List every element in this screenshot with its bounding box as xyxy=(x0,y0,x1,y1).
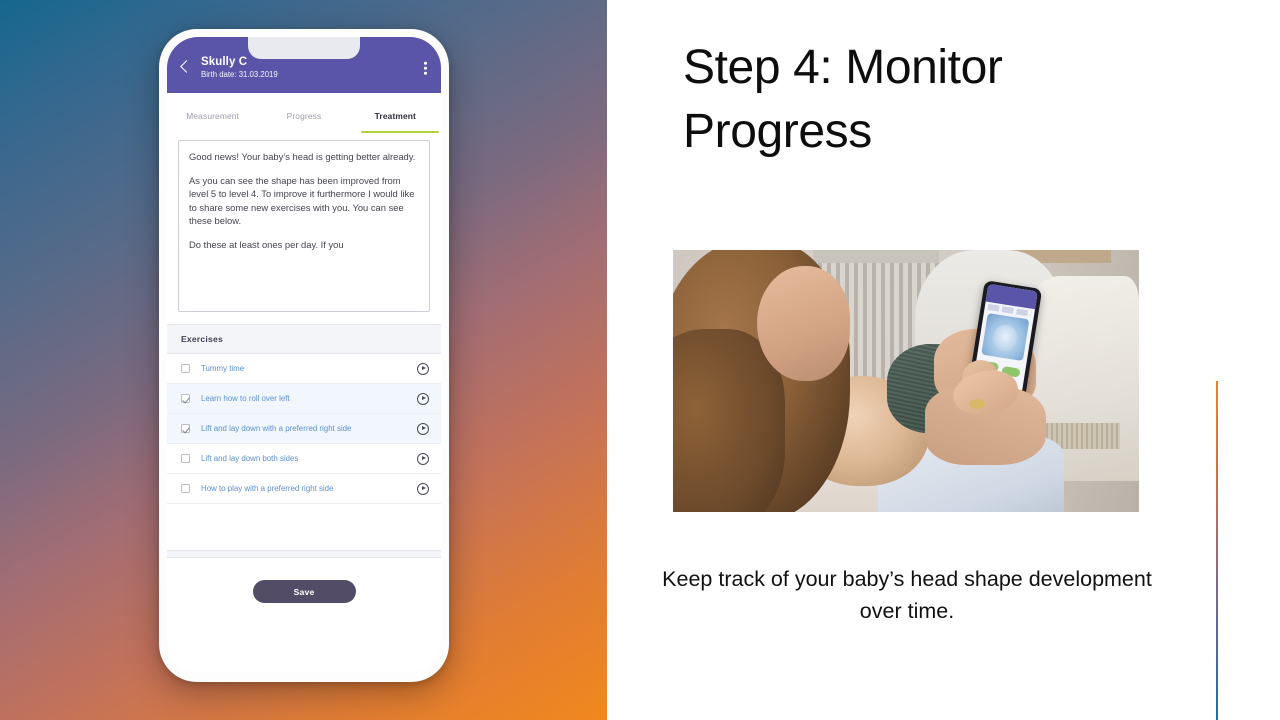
play-circle-icon[interactable] xyxy=(417,362,429,375)
exercise-row[interactable]: Lift and lay down both sides xyxy=(167,444,441,474)
photo-mother-face xyxy=(756,265,851,381)
tab-treatment[interactable]: Treatment xyxy=(350,99,441,134)
exercise-row[interactable]: How to play with a preferred right side xyxy=(167,474,441,504)
list-empty-space xyxy=(167,504,441,550)
play-circle-icon[interactable] xyxy=(417,422,429,435)
phone-screen: Skully C Birth date: 31.03.2019 Measurem… xyxy=(167,37,441,672)
message-paragraph: Do these at least ones per day. If you xyxy=(189,239,344,251)
exercise-checkbox[interactable] xyxy=(181,364,190,373)
exercise-label: Lift and lay down both sides xyxy=(201,454,299,463)
exercise-checkbox[interactable] xyxy=(181,484,190,493)
section-divider xyxy=(167,550,441,558)
gradient-panel: Skully C Birth date: 31.03.2019 Measurem… xyxy=(0,0,607,720)
page-title: Step 4: Monitor Progress xyxy=(683,41,1003,158)
tab-progress[interactable]: Progress xyxy=(258,99,349,133)
exercises-list: Tummy time Learn how to roll over left L… xyxy=(167,354,441,504)
play-circle-icon[interactable] xyxy=(417,482,429,495)
exercise-checkbox[interactable] xyxy=(181,394,190,403)
play-circle-icon[interactable] xyxy=(417,452,429,465)
play-circle-icon[interactable] xyxy=(417,392,429,405)
exercise-row[interactable]: Tummy time xyxy=(167,354,441,384)
slide: Skully C Birth date: 31.03.2019 Measurem… xyxy=(0,0,1280,720)
message-section: Good news! Your baby’s head is getting b… xyxy=(167,133,441,312)
patient-birth-date: Birth date: 31.03.2019 xyxy=(201,69,278,79)
save-section: Save xyxy=(167,558,441,672)
message-box[interactable]: Good news! Your baby’s head is getting b… xyxy=(178,140,430,312)
chevron-left-icon[interactable] xyxy=(175,57,195,77)
caption-text: Keep track of your baby’s head shape dev… xyxy=(662,567,1152,623)
exercise-checkbox[interactable] xyxy=(181,454,190,463)
exercise-label: How to play with a preferred right side xyxy=(201,484,334,493)
tab-bar: Measurement Progress Treatment xyxy=(167,93,441,134)
exercise-row[interactable]: Learn how to roll over left xyxy=(167,384,441,414)
accent-line xyxy=(1216,381,1218,720)
photo-wedding-ring xyxy=(968,399,985,409)
photo xyxy=(673,250,1139,512)
exercise-label: Learn how to roll over left xyxy=(201,394,290,403)
exercise-checkbox[interactable] xyxy=(181,424,190,433)
save-button[interactable]: Save xyxy=(252,580,356,603)
exercise-label: Tummy time xyxy=(201,364,245,373)
phone-notch xyxy=(248,37,360,59)
tab-measurement[interactable]: Measurement xyxy=(167,99,258,133)
message-paragraph: As you can see the shape has been improv… xyxy=(189,175,415,226)
kebab-menu-icon[interactable] xyxy=(424,61,427,75)
photo-radiator-top xyxy=(812,250,939,264)
content-panel: Step 4: Monitor Progress Keep track of y… xyxy=(607,0,1280,720)
message-paragraph: Good news! Your baby’s head is getting b… xyxy=(189,151,416,162)
exercise-label: Lift and lay down with a preferred right… xyxy=(201,424,352,433)
exercises-section-title: Exercises xyxy=(167,324,441,354)
exercise-row[interactable]: Lift and lay down with a preferred right… xyxy=(167,414,441,444)
phone-mockup: Skully C Birth date: 31.03.2019 Measurem… xyxy=(159,29,449,682)
